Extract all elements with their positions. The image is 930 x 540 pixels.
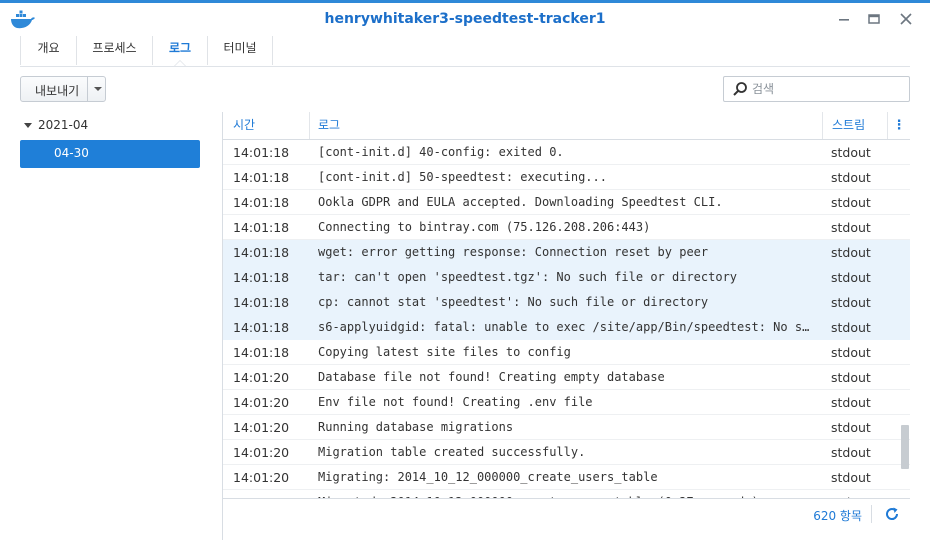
tab-label: 터미널: [223, 41, 257, 55]
log-stream: stdout: [831, 220, 871, 235]
window-title: henrywhitaker3-speedtest-tracker1: [324, 11, 606, 27]
log-stream: stdout: [831, 470, 871, 485]
tab-label: 프로세스: [92, 41, 137, 55]
active-tab-indicator: [174, 60, 186, 66]
column-header-log[interactable]: 로그: [310, 112, 823, 139]
table-row[interactable]: 14:01:18 [cont-init.d] 40-config: exited …: [223, 140, 910, 165]
table-row[interactable]: 14:01:20 Migration table created successf…: [223, 440, 910, 465]
log-time: 14:01:20: [233, 370, 290, 385]
log-time: 14:01:18: [233, 170, 290, 185]
log-message: [cont-init.d] 50-speedtest: executing...: [318, 170, 607, 184]
log-time: 14:01:18: [233, 345, 290, 360]
log-message: Ookla GDPR and EULA accepted. Downloadin…: [318, 195, 723, 209]
chevron-down-icon[interactable]: [94, 87, 102, 91]
table-row[interactable]: 14:01:18 Connecting to bintray.com (75.12…: [223, 215, 910, 240]
table-body: 14:01:18 [cont-init.d] 40-config: exited …: [223, 140, 910, 498]
log-message: cp: cannot stat 'speedtest': No such fil…: [318, 295, 709, 309]
item-count: 620 항목: [813, 509, 862, 523]
column-header-stream[interactable]: 스트림: [823, 112, 888, 139]
tab-processes[interactable]: 프로세스: [77, 36, 153, 65]
search-input[interactable]: [752, 80, 902, 98]
table-row[interactable]: 14:01:20 Migrating: 2014_10_12_000000_cre…: [223, 465, 910, 490]
table-row[interactable]: 14:01:18 cp: cannot stat 'speedtest': No …: [223, 290, 910, 315]
tree-item-selected[interactable]: 04-30: [20, 140, 200, 168]
log-message: wget: error getting response: Connection…: [318, 245, 709, 259]
divider: [871, 505, 872, 523]
table-footer: 620 항목: [223, 498, 910, 529]
log-message: s6-applyuidgid: fatal: unable to exec /s…: [318, 320, 813, 334]
log-stream: stdout: [831, 295, 871, 310]
log-time: 14:01:18: [233, 145, 290, 160]
log-message: Connecting to bintray.com (75.126.208.20…: [318, 220, 651, 234]
table-row[interactable]: 14:01:18 tar: can't open 'speedtest.tgz':…: [223, 265, 910, 290]
table-row[interactable]: 14:01:20 Database file not found! Creatin…: [223, 365, 910, 390]
log-message: Running database migrations: [318, 420, 514, 434]
table-row[interactable]: 14:01:20Migrated: 2014_10_12_000000_crea…: [223, 490, 910, 498]
log-time: 14:01:18: [233, 295, 290, 310]
log-time: 14:01:18: [233, 270, 290, 285]
scrollbar-thumb[interactable]: [901, 425, 909, 469]
log-stream: stdout: [831, 420, 871, 435]
table-header: 시간 로그 스트림 ⋮: [223, 112, 910, 140]
column-header-time[interactable]: 시간: [223, 112, 310, 139]
log-message: Migrating: 2014_10_12_000000_create_user…: [318, 470, 658, 484]
caret-down-icon[interactable]: [24, 123, 32, 128]
log-stream: stdout: [831, 395, 871, 410]
table-row[interactable]: 14:01:18 wget: error getting response: Co…: [223, 240, 910, 265]
tree-item-label: 04-30: [54, 146, 89, 160]
log-message: Copying latest site files to config: [318, 345, 571, 359]
log-time: 14:01:20: [233, 395, 290, 410]
log-message: [cont-init.d] 40-config: exited 0.: [318, 145, 564, 159]
export-label: 내보내기: [35, 84, 80, 98]
table-row[interactable]: 14:01:20 Running database migrations stdou…: [223, 415, 910, 440]
tab-label: 개요: [37, 41, 60, 55]
refresh-icon[interactable]: [884, 506, 900, 522]
log-stream: stdout: [831, 370, 871, 385]
divider: [87, 77, 88, 101]
log-time: 14:01:20: [233, 445, 290, 460]
column-label: 로그: [318, 118, 341, 132]
title-bar: henrywhitaker3-speedtest-tracker1: [0, 0, 930, 36]
tab-terminal[interactable]: 터미널: [208, 36, 273, 65]
maximize-icon[interactable]: [866, 11, 882, 27]
log-stream: stdout: [831, 320, 871, 335]
table-row[interactable]: 14:01:18 s6-applyuidgid: fatal: unable to…: [223, 315, 910, 340]
log-message: tar: can't open 'speedtest.tgz': No such…: [318, 270, 738, 284]
log-stream: stdout: [831, 245, 871, 260]
tab-overview[interactable]: 개요: [20, 36, 77, 65]
log-time: 14:01:20: [233, 470, 290, 485]
tree-group-label: 2021-04: [38, 118, 89, 132]
table-row[interactable]: 14:01:18 Copying latest site files to con…: [223, 340, 910, 365]
table-row[interactable]: 14:01:20 Env file not found! Creating .en…: [223, 390, 910, 415]
tab-bar: 개요 프로세스 로그 터미널: [20, 36, 910, 67]
column-menu-icon[interactable]: ⋮: [888, 112, 910, 139]
search-icon: [732, 81, 748, 97]
log-time: 14:01:18: [233, 195, 290, 210]
table-row[interactable]: 14:01:18 Ookla GDPR and EULA accepted. Do…: [223, 190, 910, 215]
table-row[interactable]: 14:01:18 [cont-init.d] 50-speedtest: exec…: [223, 165, 910, 190]
log-stream: stdout: [831, 145, 871, 160]
log-message: Migration table created successfully.: [318, 445, 586, 459]
log-stream: stdout: [831, 345, 871, 360]
log-stream: stdout: [831, 445, 871, 460]
log-table: 시간 로그 스트림 ⋮ 14:01:18 [cont-init.d] 40-con…: [223, 112, 910, 498]
close-icon[interactable]: [898, 11, 914, 27]
tab-label: 로그: [168, 41, 192, 55]
log-time: 14:01:18: [233, 220, 290, 235]
export-button[interactable]: 내보내기: [20, 76, 106, 102]
log-time: 14:01:18: [233, 245, 290, 260]
minimize-icon[interactable]: [836, 11, 852, 27]
column-label: 스트림: [832, 118, 866, 132]
column-label: 시간: [233, 118, 256, 132]
log-message: Database file not found! Creating empty …: [318, 370, 665, 384]
log-time: 14:01:18: [233, 320, 290, 335]
search-box: [723, 76, 910, 102]
log-stream: stdout: [831, 195, 871, 210]
log-stream: stdout: [831, 170, 871, 185]
log-message: Env file not found! Creating .env file: [318, 395, 593, 409]
log-stream: stdout: [831, 270, 871, 285]
tab-logs[interactable]: 로그: [153, 36, 208, 66]
log-time: 14:01:20: [233, 420, 290, 435]
